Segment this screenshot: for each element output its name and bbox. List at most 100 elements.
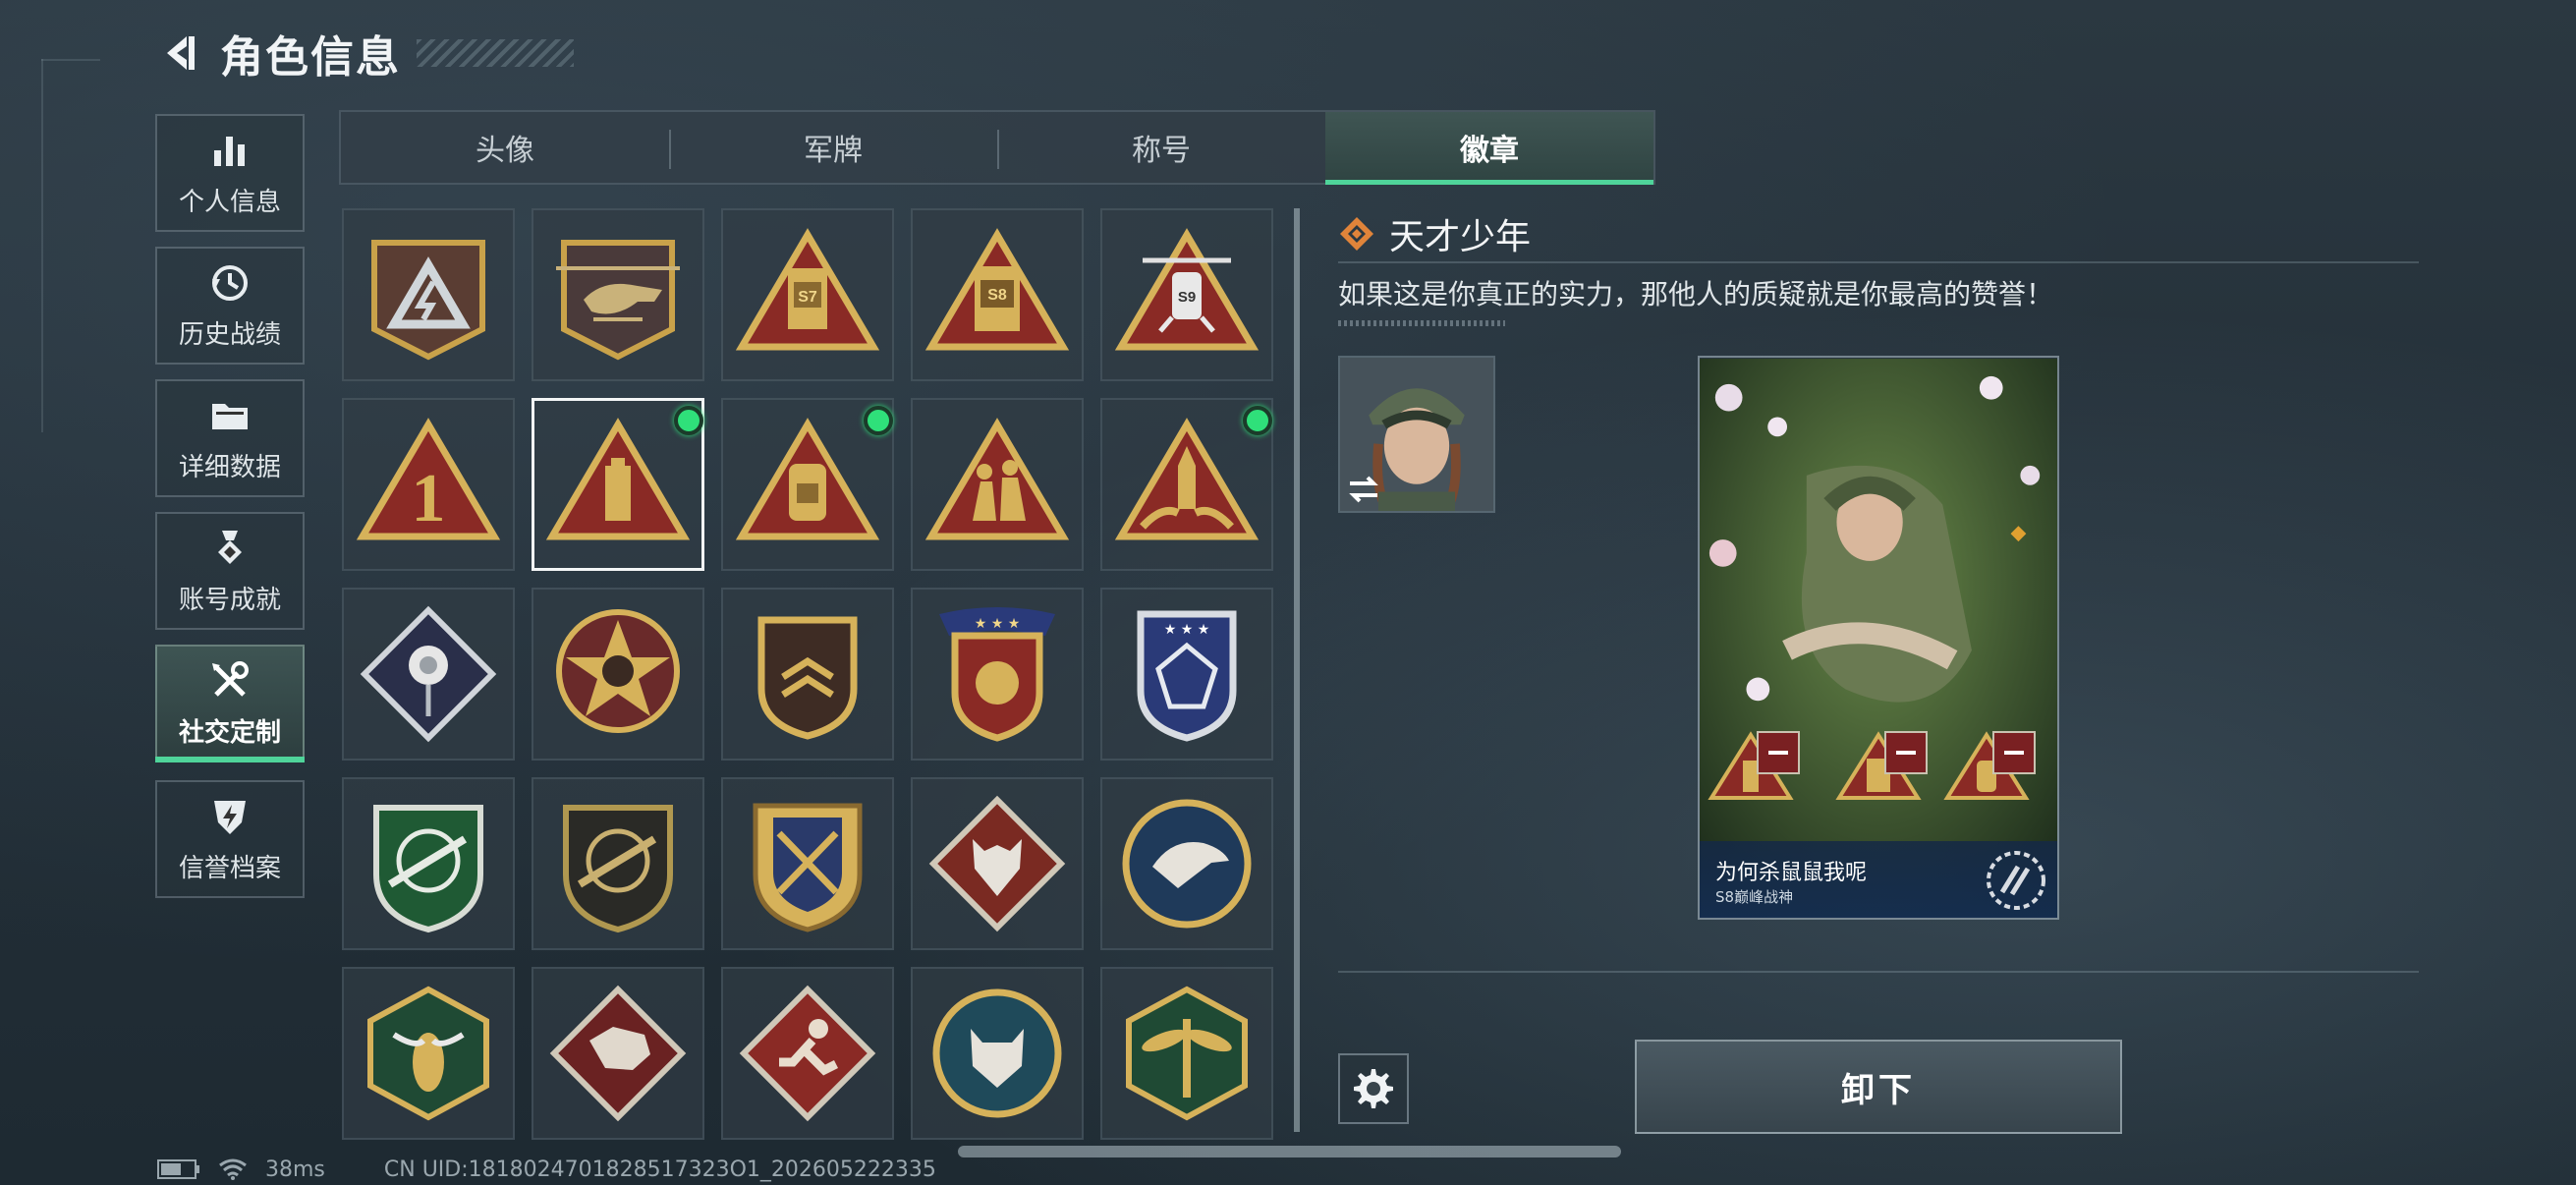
new-indicator-dot (674, 406, 703, 435)
horizontal-scrollbar[interactable] (958, 1146, 1621, 1157)
title-decoration (417, 39, 574, 67)
soldiers-triangle-badge[interactable] (911, 398, 1084, 571)
badge-name: 天才少年 (1389, 217, 1532, 257)
helicopter-badge[interactable] (532, 208, 704, 381)
tab-badge[interactable]: 徽章 (1325, 112, 1653, 185)
black-rifle-shield-badge[interactable] (532, 777, 704, 950)
dragon-diamond-badge[interactable] (532, 967, 704, 1140)
backpack-triangle-badge-icon (735, 418, 880, 540)
sidebar-item-label: 账号成就 (178, 585, 281, 615)
ping-value: 38ms (265, 1157, 325, 1182)
swap-icon[interactable] (1346, 474, 1381, 505)
chevron-shield-badge-icon (757, 616, 858, 740)
tab-bar: 头像 军牌 称号 徽章 (339, 110, 1655, 185)
gear-icon (1354, 1069, 1393, 1108)
helicopter-badge-icon (556, 240, 680, 361)
divider (1338, 971, 2419, 973)
wasp-hexagon-badge[interactable] (342, 967, 515, 1140)
sidebar-item-label: 个人信息 (178, 187, 281, 217)
gold-crossed-rifles-badge[interactable] (721, 777, 894, 950)
dragonfly-hexagon-badge-icon (1126, 986, 1248, 1121)
rose-diamond-badge-icon (360, 605, 497, 743)
triangle-lightning-badge-icon (371, 240, 485, 361)
svg-text:S9: S9 (1178, 289, 1196, 306)
svg-text:1: 1 (412, 461, 446, 536)
sidebar-item-detailed-data[interactable]: 详细数据 (155, 379, 305, 497)
svg-text:★ ★ ★: ★ ★ ★ (1164, 622, 1210, 638)
skull-star-badge-icon (556, 609, 680, 733)
season-s8-badge-icon: S8 (924, 228, 1070, 351)
svg-text:S8: S8 (987, 287, 1007, 304)
sidebar-item-label: 信誉档案 (178, 853, 281, 883)
chevron-shield-badge[interactable] (721, 588, 894, 761)
crest-stars-badge-icon: ★ ★ ★ (939, 607, 1055, 742)
runner-diamond-badge[interactable] (721, 967, 894, 1140)
remove-badge-3-button[interactable] (1992, 731, 2036, 774)
blue-crystal-shield-badge-icon: ★ ★ ★ (1137, 610, 1237, 742)
remove-badge-2-button[interactable] (1884, 731, 1928, 774)
profile-card-preview: 为何杀鼠鼠我呢 S8巅峰战神 (1698, 356, 2059, 920)
blue-crystal-shield-badge[interactable]: ★ ★ ★ (1100, 588, 1273, 761)
sidebar-item-label: 历史战绩 (178, 319, 281, 350)
tab-title[interactable]: 称号 (997, 112, 1325, 183)
folder-icon (212, 403, 248, 429)
soldiers-triangle-badge-icon (924, 418, 1070, 540)
wifi-icon (219, 1158, 247, 1180)
sidebar-item-history[interactable]: 历史战绩 (155, 247, 305, 365)
sidebar-item-social-custom[interactable]: 社交定制 (155, 645, 305, 762)
wasp-hexagon-badge-icon (367, 986, 489, 1121)
tab-dog-tag[interactable]: 军牌 (669, 112, 997, 183)
card-player-title: S8巅峰战神 (1715, 888, 1794, 906)
sidebar-active-indicator (155, 757, 305, 762)
tab-avatar[interactable]: 头像 (341, 112, 669, 183)
wolf-diamond-badge-icon (928, 795, 1066, 932)
crest-stars-badge[interactable]: ★ ★ ★ (911, 588, 1084, 761)
svg-text:S7: S7 (798, 289, 817, 306)
card-artwork (1700, 359, 2057, 917)
rank-emblem-icon (1987, 851, 2045, 910)
history-clock-icon (212, 264, 248, 301)
season-s7-badge[interactable]: S7 (721, 208, 894, 381)
user-uid: CN UID:1818024701828517323O1_20260522233… (383, 1157, 936, 1182)
card-footer: 为何杀鼠鼠我呢 S8巅峰战神 (1700, 841, 2057, 918)
skull-star-badge[interactable] (532, 588, 704, 761)
sidebar-item-achievements[interactable]: 账号成就 (155, 512, 305, 630)
eagle-round-badge[interactable] (1100, 777, 1273, 950)
grid-scrollbar[interactable] (1294, 208, 1300, 1132)
season-s7-badge-icon: S7 (735, 228, 880, 351)
bar-chart-icon (214, 136, 245, 166)
medal-icon (218, 530, 242, 564)
season-s8-badge[interactable]: S8 (911, 208, 1084, 381)
missile-triangle-badge-icon (1114, 418, 1260, 540)
badge-detail-header: 天才少年 (1338, 208, 1531, 259)
battery-icon (157, 1159, 199, 1179)
triangle-lightning-badge[interactable] (342, 208, 515, 381)
page-title: 角色信息 (220, 32, 401, 83)
dragon-diamond-badge-icon (549, 985, 687, 1122)
sidebar-item-label: 详细数据 (178, 452, 281, 482)
card-player-name: 为何杀鼠鼠我呢 (1715, 861, 1868, 885)
rank-1-triangle-badge[interactable]: 1 (342, 398, 515, 571)
season-s9-badge[interactable]: S9 (1100, 208, 1273, 381)
wolf-diamond-badge[interactable] (911, 777, 1084, 950)
divider (1338, 261, 2419, 263)
sidebar-item-personal-info[interactable]: 个人信息 (155, 114, 305, 232)
green-rifle-shield-badge[interactable] (342, 777, 515, 950)
sidebar-item-reputation[interactable]: 信誉档案 (155, 780, 305, 898)
settings-button[interactable] (1338, 1053, 1409, 1124)
gold-crossed-rifles-badge-icon (753, 803, 863, 932)
unequip-button[interactable]: 卸下 (1635, 1040, 2122, 1134)
lynx-round-badge[interactable] (911, 967, 1084, 1140)
rose-diamond-badge[interactable] (342, 588, 515, 761)
eagle-round-badge-icon (1122, 799, 1252, 929)
new-indicator-dot (1243, 406, 1272, 435)
status-bar: 38ms CN UID:1818024701828517323O1_202605… (157, 1156, 936, 1183)
rank-1-triangle-badge-icon: 1 (356, 418, 501, 540)
back-arrow-icon[interactable] (157, 30, 202, 76)
avatar[interactable] (1338, 356, 1495, 513)
tower-triangle-badge-icon (545, 418, 691, 540)
sidebar-item-label: 社交定制 (178, 717, 281, 748)
remove-badge-1-button[interactable] (1757, 731, 1800, 774)
dragonfly-hexagon-badge[interactable] (1100, 967, 1273, 1140)
divider-dotted (1338, 320, 1505, 326)
